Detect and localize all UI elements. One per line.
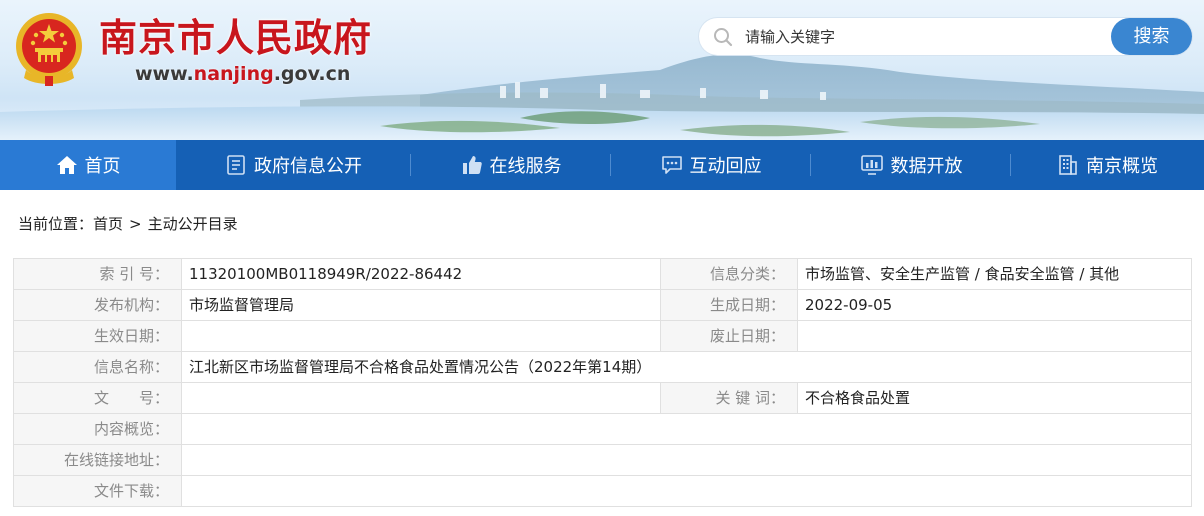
nav-item-gov-info[interactable]: 政府信息公开: [176, 140, 411, 190]
nav-item-nanjing-overview[interactable]: 南京概览: [1011, 140, 1204, 190]
doc-number-label: 文 号：: [13, 382, 182, 414]
created-date-label: 生成日期：: [660, 289, 798, 321]
info-name-label: 信息名称：: [13, 351, 182, 383]
table-row: 信息名称： 江北新区市场监督管理局不合格食品处置情况公告（2022年第14期）: [13, 351, 1192, 383]
effective-date-label: 生效日期：: [13, 320, 182, 352]
doc-number-value: [181, 382, 661, 414]
category-value: 市场监管、安全生产监管 / 食品安全监管 / 其他: [797, 258, 1192, 290]
site-url-suffix: .gov.cn: [273, 63, 351, 85]
category-label: 信息分类：: [660, 258, 798, 290]
created-date-value: 2022-09-05: [797, 289, 1192, 321]
breadcrumb: 当前位置：首页 > 主动公开目录: [18, 214, 238, 234]
keywords-value: 不合格食品处置: [797, 382, 1192, 414]
online-link-label: 在线链接地址：: [13, 444, 182, 476]
table-row: 发布机构： 市场监督管理局 生成日期： 2022-09-05: [13, 289, 1192, 321]
table-row: 生效日期： 废止日期：: [13, 320, 1192, 352]
nav-item-label: 首页: [84, 156, 121, 177]
home-icon: [56, 156, 77, 174]
nav-item-label: 在线服务: [489, 156, 562, 177]
document-icon: [227, 155, 245, 175]
nav-item-label: 南京概览: [1086, 156, 1158, 177]
site-url-prefix: www.: [135, 63, 194, 85]
site-title: 南京市人民政府: [99, 16, 373, 60]
table-row: 内容概览：: [13, 413, 1192, 445]
building-icon: [1059, 155, 1077, 175]
search-button[interactable]: 搜索: [1111, 18, 1192, 55]
search-input[interactable]: [745, 23, 1105, 50]
summary-value: [181, 413, 1192, 445]
publisher-label: 发布机构：: [13, 289, 182, 321]
breadcrumb-link-catalog[interactable]: 主动公开目录: [148, 215, 238, 233]
summary-label: 内容概览：: [13, 413, 182, 445]
file-download-label: 文件下载：: [13, 475, 182, 507]
publisher-value: 市场监督管理局: [181, 289, 661, 321]
site-header: 南京市人民政府 www.nanjing.gov.cn 搜索: [0, 0, 1204, 140]
info-name-value: 江北新区市场监督管理局不合格食品处置情况公告（2022年第14期）: [181, 351, 1192, 383]
index-number-value: 11320100MB0118949R/2022-86442: [181, 258, 661, 290]
search-icon: [714, 28, 733, 47]
file-download-value[interactable]: [181, 475, 1192, 507]
table-row: 在线链接地址：: [13, 444, 1192, 476]
nav-item-home[interactable]: 首页: [0, 140, 176, 190]
nav-item-online-services[interactable]: 在线服务: [411, 140, 611, 190]
abolished-date-label: 废止日期：: [660, 320, 798, 352]
main-nav: 首页 政府信息公开 在线服务 互动回应 数据开放 南京概览: [0, 140, 1204, 190]
breadcrumb-prefix: 当前位置：: [18, 215, 94, 233]
data-chart-icon: [860, 155, 883, 175]
nav-item-open-data[interactable]: 数据开放: [811, 140, 1011, 190]
abolished-date-value: [797, 320, 1192, 352]
site-url-highlight: nanjing: [193, 63, 274, 85]
nav-item-label: 互动回应: [689, 156, 762, 177]
online-link-value[interactable]: [181, 444, 1192, 476]
table-row: 文件下载：: [13, 475, 1192, 507]
site-url: www.nanjing.gov.cn: [135, 62, 350, 86]
keywords-label: 关 键 词：: [660, 382, 798, 414]
national-emblem-icon: [16, 13, 82, 86]
nav-item-interaction[interactable]: 互动回应: [611, 140, 811, 190]
chat-icon: [661, 156, 682, 174]
search-box: 搜索: [699, 18, 1192, 55]
breadcrumb-link-home[interactable]: 首页: [93, 215, 123, 233]
nav-item-label: 政府信息公开: [254, 156, 362, 177]
thumbs-up-icon: [462, 156, 482, 174]
index-number-label: 索 引 号：: [13, 258, 182, 290]
table-row: 文 号： 关 键 词： 不合格食品处置: [13, 382, 1192, 414]
table-row: 索 引 号： 11320100MB0118949R/2022-86442 信息分…: [13, 258, 1192, 290]
breadcrumb-separator: >: [129, 215, 142, 233]
info-metadata-table: 索 引 号： 11320100MB0118949R/2022-86442 信息分…: [13, 258, 1192, 507]
effective-date-value: [181, 320, 661, 352]
nav-item-label: 数据开放: [890, 156, 963, 177]
